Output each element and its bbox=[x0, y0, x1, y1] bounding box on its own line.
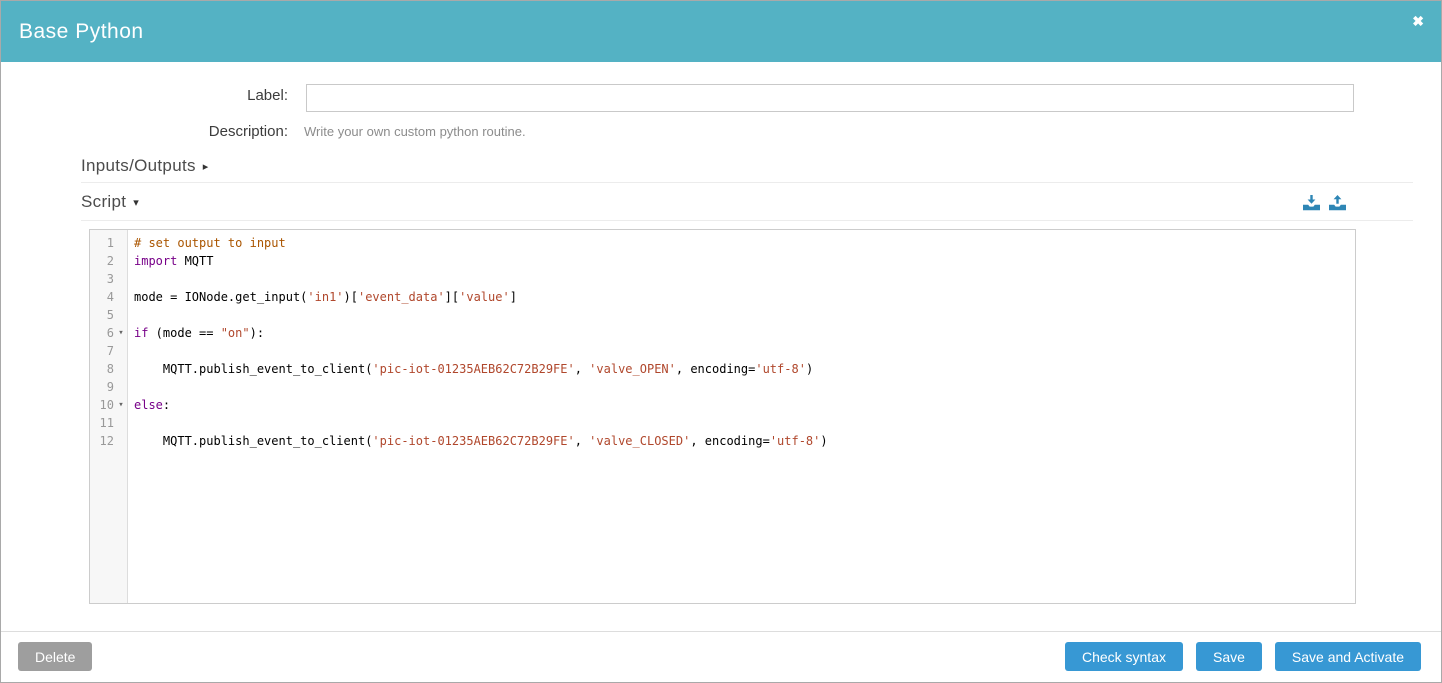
editor-lines: 1 # set output to input 2 import MQTT 34 mode… bbox=[90, 234, 1355, 450]
delete-button[interactable]: Delete bbox=[18, 642, 92, 671]
fold-spacer bbox=[114, 306, 128, 324]
chevron-right-icon: ▸ bbox=[203, 161, 209, 173]
line-number: 12 bbox=[90, 432, 114, 450]
fold-spacer bbox=[114, 252, 128, 270]
save-and-activate-button[interactable]: Save and Activate bbox=[1275, 642, 1421, 671]
line-number-cell: 9 bbox=[90, 378, 128, 396]
line-number: 6 bbox=[90, 324, 114, 342]
line-number: 1 bbox=[90, 234, 114, 252]
code-line[interactable]: 12 MQTT.publish_event_to_client('pic-iot… bbox=[90, 432, 1355, 450]
line-number: 7 bbox=[90, 342, 114, 360]
line-number: 9 bbox=[90, 378, 114, 396]
code-line[interactable]: 7 bbox=[90, 342, 1355, 360]
line-number-cell: 3 bbox=[90, 270, 128, 288]
line-number: 3 bbox=[90, 270, 114, 288]
dialog-title: Base Python bbox=[19, 20, 144, 44]
line-number: 4 bbox=[90, 288, 114, 306]
inputs-outputs-toggle[interactable]: Inputs/Outputs ▸ bbox=[81, 156, 209, 176]
line-number: 5 bbox=[90, 306, 114, 324]
line-number: 11 bbox=[90, 414, 114, 432]
inputs-outputs-section-header: Inputs/Outputs ▸ bbox=[81, 156, 1413, 183]
line-number-cell: 2 bbox=[90, 252, 128, 270]
script-label: Script bbox=[81, 192, 126, 211]
fold-spacer bbox=[114, 360, 128, 378]
code-line[interactable]: 2 import MQTT bbox=[90, 252, 1355, 270]
code-text bbox=[128, 270, 134, 288]
line-number-cell: 11 bbox=[90, 414, 128, 432]
code-text bbox=[128, 378, 134, 396]
script-toggle[interactable]: Script ▾ bbox=[81, 192, 139, 212]
line-number-cell: 12 bbox=[90, 432, 128, 450]
fold-spacer bbox=[114, 378, 128, 396]
script-file-actions bbox=[1303, 195, 1346, 211]
code-line[interactable]: 1 # set output to input bbox=[90, 234, 1355, 252]
line-number-cell: 8 bbox=[90, 360, 128, 378]
code-line[interactable]: 11 bbox=[90, 414, 1355, 432]
inputs-outputs-label: Inputs/Outputs bbox=[81, 156, 196, 175]
fold-spacer bbox=[114, 432, 128, 450]
code-text: mode = IONode.get_input('in1')['event_da… bbox=[128, 288, 517, 306]
code-line[interactable]: 8 MQTT.publish_event_to_client('pic-iot-… bbox=[90, 360, 1355, 378]
script-code-editor[interactable]: 1 # set output to input 2 import MQTT 34 mode… bbox=[89, 229, 1356, 604]
code-text bbox=[128, 306, 134, 324]
check-syntax-button[interactable]: Check syntax bbox=[1065, 642, 1183, 671]
line-number: 10 bbox=[90, 396, 114, 414]
code-text: else: bbox=[128, 396, 170, 414]
fold-spacer bbox=[114, 342, 128, 360]
base-python-dialog: Base Python ✖ Label: Description: Write … bbox=[0, 0, 1442, 683]
line-number-cell: 10▾ bbox=[90, 396, 128, 414]
footer-action-buttons: Check syntax Save Save and Activate bbox=[1065, 642, 1421, 671]
code-text bbox=[128, 342, 134, 360]
line-number-cell: 5 bbox=[90, 306, 128, 324]
line-number-cell: 4 bbox=[90, 288, 128, 306]
close-icon[interactable]: ✖ bbox=[1412, 14, 1424, 28]
chevron-down-icon: ▾ bbox=[133, 197, 139, 209]
upload-icon[interactable] bbox=[1329, 195, 1346, 211]
fold-spacer bbox=[114, 234, 128, 252]
code-line[interactable]: 9 bbox=[90, 378, 1355, 396]
code-text: # set output to input bbox=[128, 234, 286, 252]
label-field-label: Label: bbox=[98, 87, 288, 104]
script-section-header: Script ▾ bbox=[81, 192, 1413, 221]
fold-spacer bbox=[114, 288, 128, 306]
code-text: MQTT.publish_event_to_client('pic-iot-01… bbox=[128, 360, 813, 378]
fold-icon[interactable]: ▾ bbox=[114, 324, 128, 342]
line-number-cell: 6▾ bbox=[90, 324, 128, 342]
code-text: MQTT.publish_event_to_client('pic-iot-01… bbox=[128, 432, 828, 450]
download-icon[interactable] bbox=[1303, 195, 1320, 211]
code-line[interactable]: 4 mode = IONode.get_input('in1')['event_d… bbox=[90, 288, 1355, 306]
dialog-footer: Delete Check syntax Save Save and Activa… bbox=[1, 631, 1441, 682]
code-line[interactable]: 5 bbox=[90, 306, 1355, 324]
description-text: Write your own custom python routine. bbox=[304, 124, 526, 139]
line-number: 2 bbox=[90, 252, 114, 270]
line-number-cell: 1 bbox=[90, 234, 128, 252]
label-input[interactable] bbox=[306, 84, 1354, 112]
line-number-cell: 7 bbox=[90, 342, 128, 360]
dialog-header: Base Python ✖ bbox=[1, 1, 1441, 62]
code-text: if (mode == "on"): bbox=[128, 324, 264, 342]
description-field-label: Description: bbox=[98, 123, 288, 140]
code-line[interactable]: 10▾else: bbox=[90, 396, 1355, 414]
fold-spacer bbox=[114, 270, 128, 288]
save-button[interactable]: Save bbox=[1196, 642, 1262, 671]
fold-spacer bbox=[114, 414, 128, 432]
code-line[interactable]: 3 bbox=[90, 270, 1355, 288]
fold-icon[interactable]: ▾ bbox=[114, 396, 128, 414]
line-number: 8 bbox=[90, 360, 114, 378]
code-text: import MQTT bbox=[128, 252, 213, 270]
code-text bbox=[128, 414, 134, 432]
code-line[interactable]: 6▾if (mode == "on"): bbox=[90, 324, 1355, 342]
